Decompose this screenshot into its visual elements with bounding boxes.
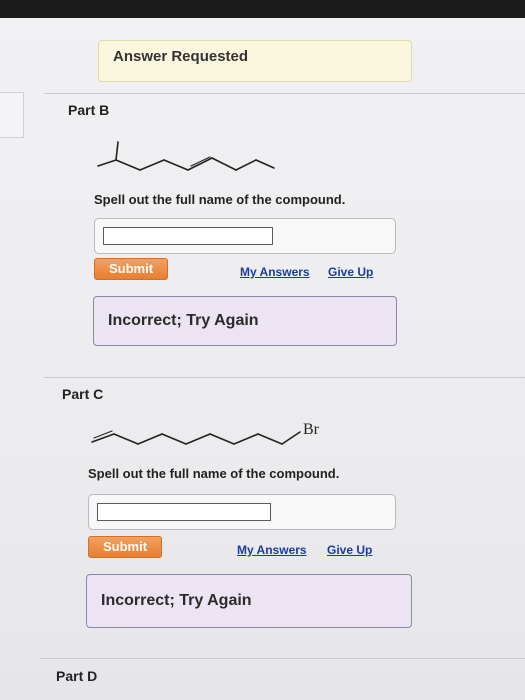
part-c-molecule-structure [91,430,301,445]
part-b-title: Part B [68,102,110,118]
part-c-give-up-link[interactable]: Give Up [327,543,372,557]
part-b-molecule-structure [97,141,275,171]
part-d-title: Part D [56,668,98,684]
side-tab[interactable] [0,92,24,138]
part-b-question: Spell out the full name of the compound. [94,192,346,207]
part-c-bromine-label: Br [303,421,319,438]
part-b-submit-button[interactable]: Submit [94,258,169,280]
part-c-title: Part C [62,386,104,402]
assignment-page: Answer Requested Part B Spell out the fu… [0,18,525,700]
part-c-feedback-box: Incorrect; Try Again [86,574,412,628]
part-b-answer-area [94,218,396,254]
divider [40,658,525,659]
part-b-give-up-link[interactable]: Give Up [328,265,373,279]
part-c-my-answers-link[interactable]: My Answers [237,543,307,557]
divider [44,93,525,94]
part-b-answer-input[interactable] [103,227,273,245]
part-c-question: Spell out the full name of the compound. [88,466,340,481]
part-c-answer-area [88,494,396,530]
part-c-submit-button[interactable]: Submit [88,536,163,558]
part-c-answer-input[interactable] [97,503,271,521]
answer-requested-banner: Answer Requested [98,40,412,82]
answer-requested-text: Answer Requested [113,48,249,65]
part-b-my-answers-link[interactable]: My Answers [240,265,310,279]
divider [44,377,525,378]
part-c-feedback-text: Incorrect; Try Again [101,592,252,609]
part-b-feedback-text: Incorrect; Try Again [108,312,259,329]
part-b-feedback-box: Incorrect; Try Again [93,296,397,346]
